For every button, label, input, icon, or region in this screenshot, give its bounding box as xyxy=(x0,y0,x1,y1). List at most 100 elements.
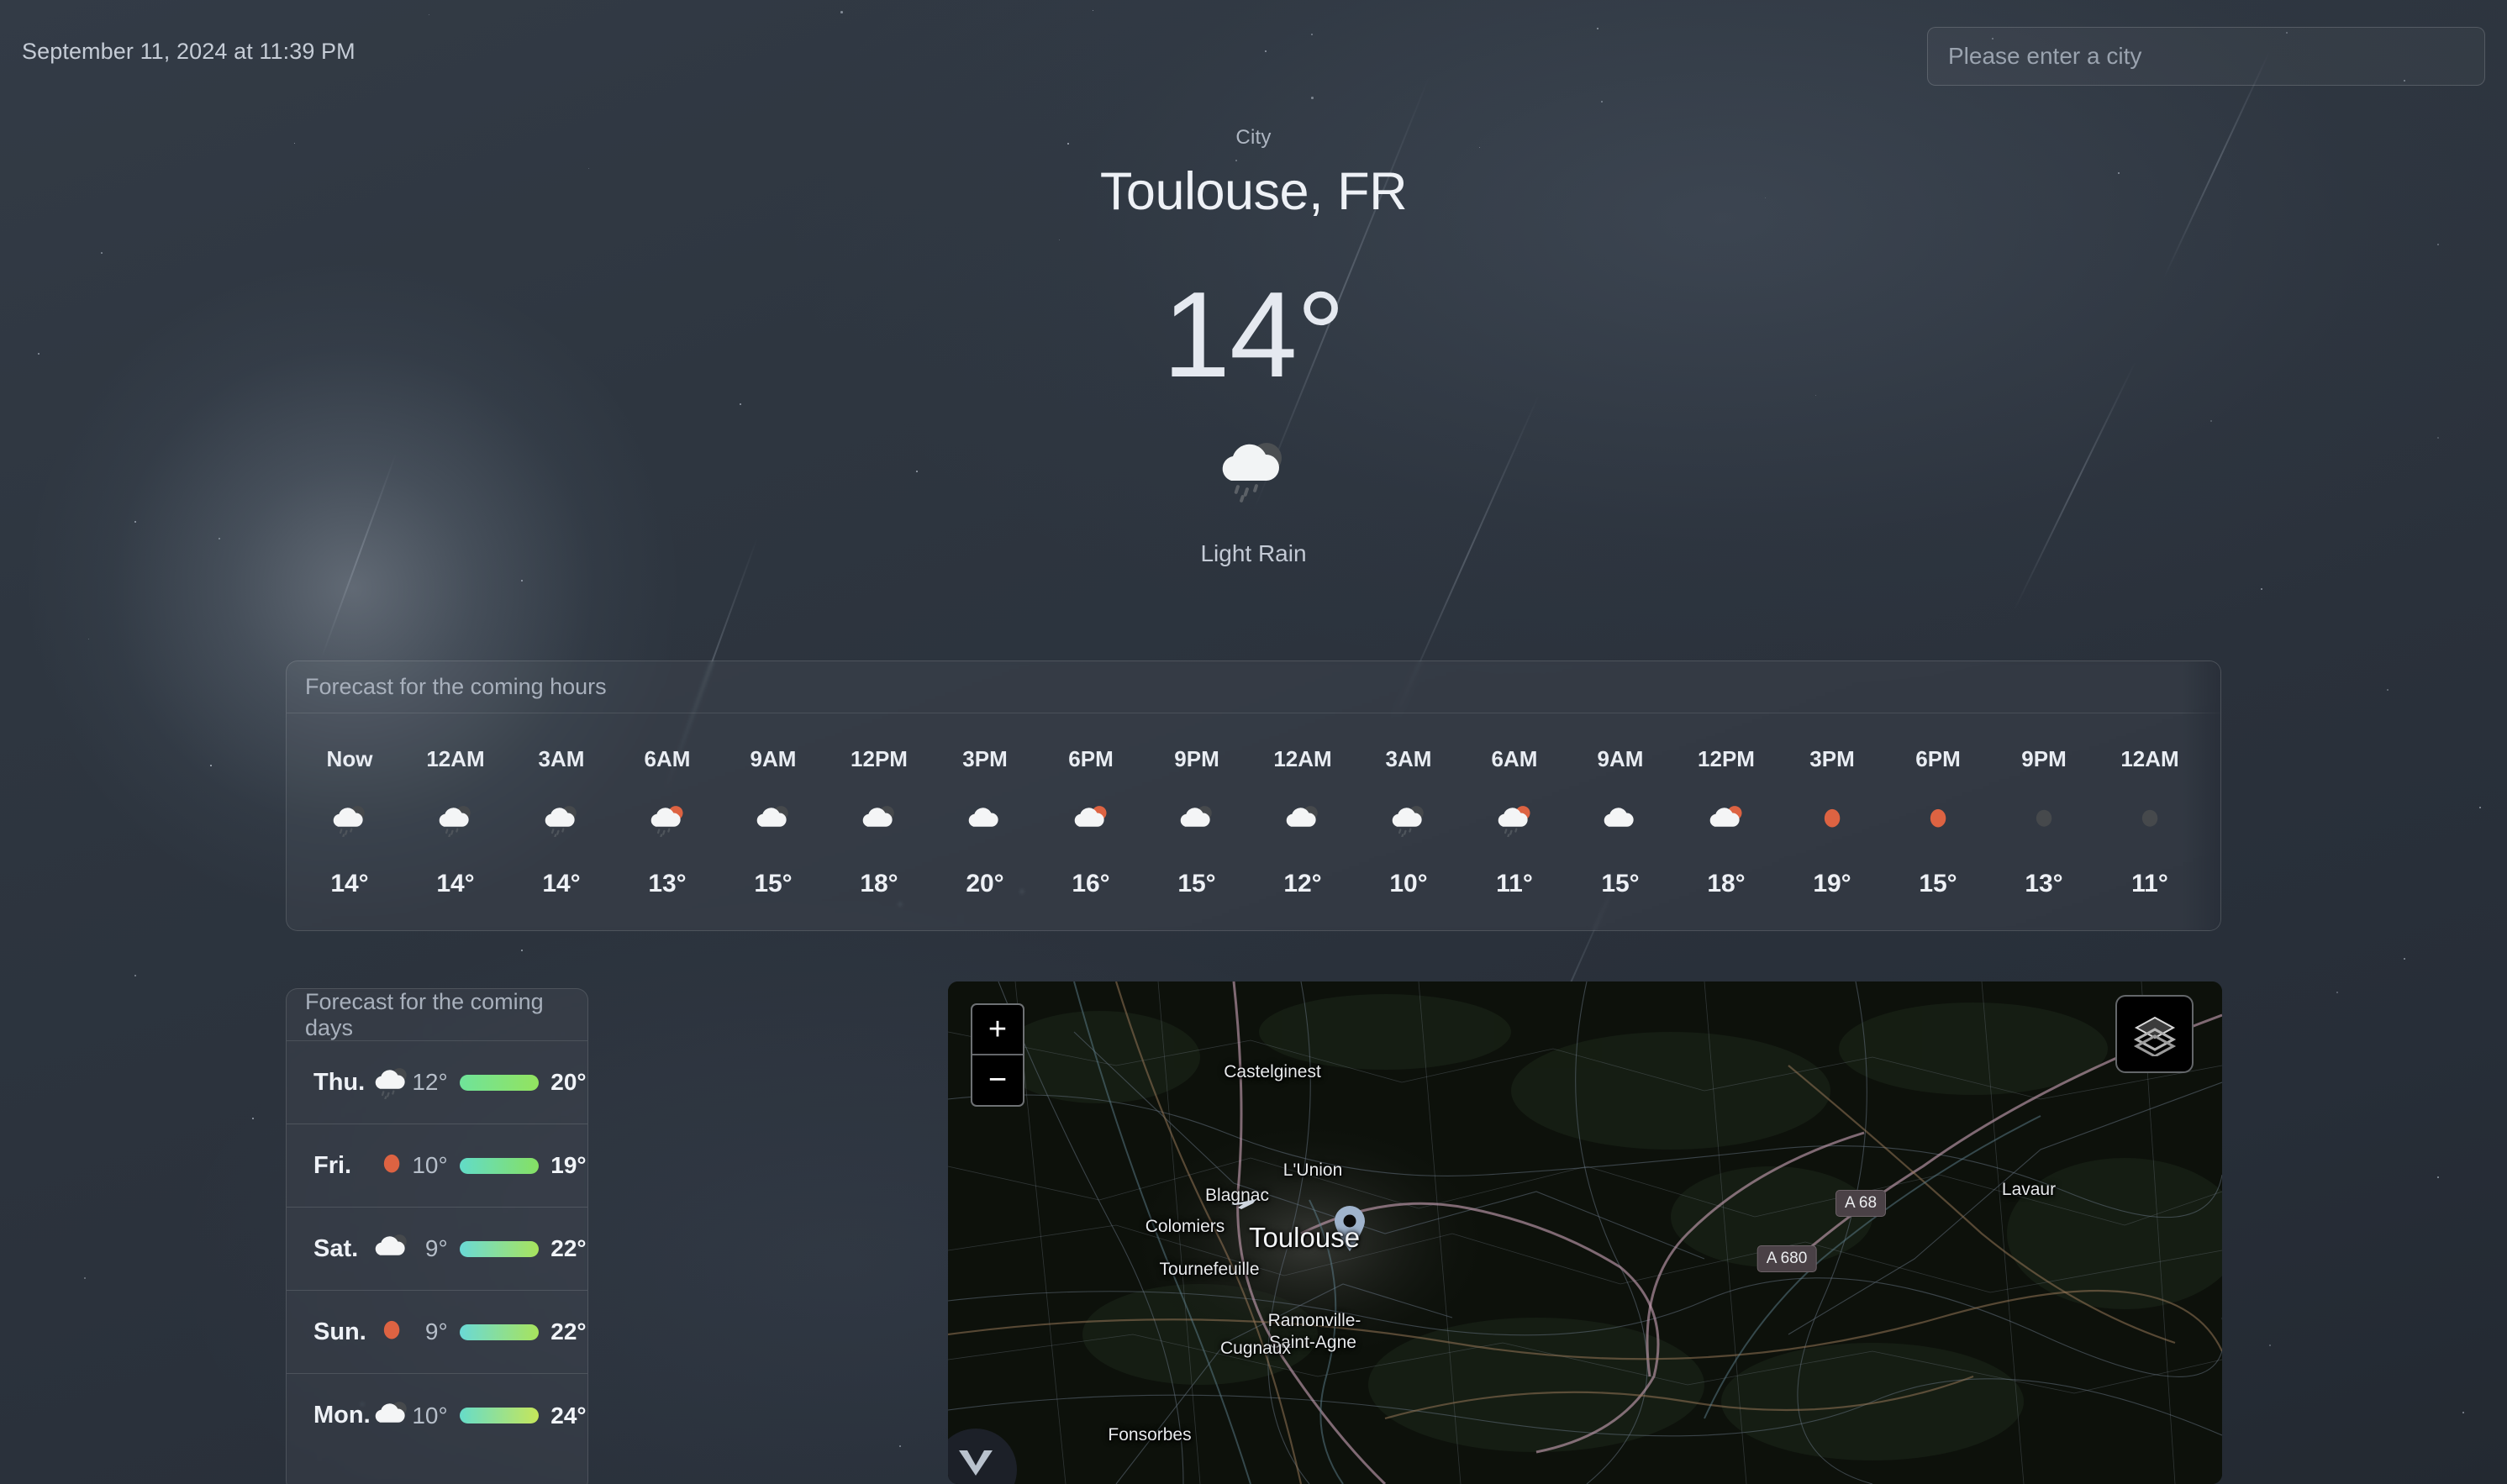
moon-icon xyxy=(2130,803,2169,837)
map-tiles xyxy=(948,981,2222,1484)
daily-temp-range-bar xyxy=(460,1408,540,1423)
hourly-time: 6PM xyxy=(1068,746,1113,772)
daily-forecast-row[interactable]: Fri. 10° 19° xyxy=(287,1124,587,1208)
hourly-temperature: 11° xyxy=(1496,870,1533,898)
map-zoom-out-button[interactable]: − xyxy=(972,1055,1023,1106)
hourly-time: Now xyxy=(327,746,373,772)
hourly-time: 9PM xyxy=(1174,746,1219,772)
hourly-temperature: 15° xyxy=(1919,870,1957,898)
cloud-night-icon xyxy=(372,1232,411,1266)
sun-icon xyxy=(1919,803,1957,837)
hourly-forecast-item[interactable]: 3AM10° xyxy=(2203,746,2221,898)
map-zoom-in-button[interactable]: + xyxy=(972,1005,1023,1055)
hourly-forecast-title: Forecast for the coming hours xyxy=(287,661,2220,713)
hourly-temperature: 14° xyxy=(542,870,580,898)
hourly-temperature: 19° xyxy=(1813,870,1851,898)
daily-min-temp: 10° xyxy=(411,1402,448,1429)
hourly-time: 9AM xyxy=(751,746,797,772)
hourly-forecast-item[interactable]: 9AM 15° xyxy=(720,746,826,898)
map-zoom-controls[interactable]: + − xyxy=(971,1003,1024,1107)
cloud-night-icon xyxy=(860,801,898,839)
cloud-night-icon xyxy=(372,1399,411,1433)
layers-icon xyxy=(2133,1013,2177,1056)
hourly-time: 6PM xyxy=(1915,746,1960,772)
cloud-night-icon xyxy=(1177,801,1216,839)
cloud-night-icon xyxy=(754,803,793,837)
hourly-forecast-item[interactable]: 6PM 15° xyxy=(1885,746,1991,898)
sun-icon xyxy=(1919,801,1957,839)
airport-icon xyxy=(1230,1192,1258,1213)
cloud-sun-icon xyxy=(1072,801,1110,839)
sun-icon xyxy=(372,1315,411,1349)
daily-forecast-row[interactable]: Mon. 10° 24° xyxy=(287,1374,587,1457)
hourly-forecast-item[interactable]: 6AM 11° xyxy=(1462,746,1567,898)
current-condition: Light Rain xyxy=(0,540,2507,567)
cloud-rain-sun-icon xyxy=(1495,801,1534,839)
sun-icon xyxy=(372,1315,411,1349)
daily-min-temp: 10° xyxy=(411,1152,448,1179)
cloud-sun-icon xyxy=(1072,803,1110,837)
hourly-forecast-item[interactable]: 9PM 15° xyxy=(1144,746,1250,898)
cloud-rain-night-icon xyxy=(0,436,2507,508)
daily-forecast-row[interactable]: Thu. 12° 20° xyxy=(287,1041,587,1124)
hourly-forecast-item[interactable]: 9PM 13° xyxy=(1991,746,2097,898)
hourly-forecast-item[interactable]: 3AM 14° xyxy=(508,746,614,898)
cloud-night-icon xyxy=(372,1399,411,1433)
current-datetime: September 11, 2024 at 11:39 PM xyxy=(22,39,356,65)
cloud-icon xyxy=(966,803,1004,837)
daily-min-temp: 12° xyxy=(411,1069,448,1096)
map-highway-shield: A 68 xyxy=(1835,1190,1886,1217)
hourly-forecast-item[interactable]: 12PM 18° xyxy=(826,746,932,898)
weather-map[interactable]: + − Castelginest Lavaur L'Union Blagnac Colo… xyxy=(948,981,2222,1484)
cloud-rain-sun-icon xyxy=(648,803,687,837)
hourly-forecast-item[interactable]: 12AM 11° xyxy=(2097,746,2203,898)
city-search-box[interactable] xyxy=(1927,27,2485,86)
current-temperature: 14° xyxy=(0,274,2507,396)
hourly-time: 3AM xyxy=(1386,746,1432,772)
cloud-icon xyxy=(1601,801,1640,839)
hourly-forecast-item[interactable]: 6AM 13° xyxy=(614,746,720,898)
hourly-time: 12AM xyxy=(426,746,484,772)
map-highway-shield: A 680 xyxy=(1757,1245,1817,1272)
daily-forecast-row[interactable]: Sat. 9° 22° xyxy=(287,1208,587,1291)
hourly-forecast-item[interactable]: 12AM 14° xyxy=(403,746,508,898)
hourly-forecast-item[interactable]: 6PM 16° xyxy=(1038,746,1144,898)
hourly-time: 12PM xyxy=(851,746,908,772)
search-input[interactable] xyxy=(1928,28,2484,85)
hourly-forecast-strip[interactable]: Now 14° 12AM 14° 3AM 14° 6AM 13° 9AM 15° 12PM 18° 3P… xyxy=(287,713,2220,931)
cloud-sun-icon xyxy=(1707,801,1746,839)
hourly-forecast-item[interactable]: 12AM 12° xyxy=(1250,746,1356,898)
cloud-night-icon xyxy=(754,801,793,839)
daily-day-name: Fri. xyxy=(313,1152,372,1180)
hourly-temperature: 13° xyxy=(2025,870,2062,898)
map-layers-button[interactable] xyxy=(2115,995,2194,1073)
hourly-forecast-item[interactable]: 12PM 18° xyxy=(1673,746,1779,898)
daily-forecast-title: Forecast for the coming days xyxy=(287,989,587,1041)
page-title: Toulouse, FR xyxy=(0,161,2507,222)
daily-temp-range-bar xyxy=(460,1075,540,1091)
hourly-forecast-item[interactable]: 9AM 15° xyxy=(1567,746,1673,898)
current-weather-hero: City Toulouse, FR 14° Light Rain xyxy=(0,126,2507,567)
daily-max-temp: 22° xyxy=(550,1318,587,1345)
hourly-temperature: 20° xyxy=(966,870,1003,898)
hourly-temperature: 12° xyxy=(1283,870,1321,898)
hourly-temperature: 13° xyxy=(648,870,686,898)
map-place-label: Lavaur xyxy=(2002,1180,2056,1200)
daily-day-name: Sun. xyxy=(313,1318,372,1346)
map-place-label: Colomiers xyxy=(1146,1217,1225,1237)
hourly-temperature: 10° xyxy=(1389,870,1427,898)
hourly-forecast-item[interactable]: 3AM 10° xyxy=(1356,746,1462,898)
hourly-time: 6AM xyxy=(1492,746,1538,772)
hourly-forecast-item[interactable]: 3PM 20° xyxy=(932,746,1038,898)
hourly-time: 12AM xyxy=(2120,746,2178,772)
hourly-time: 12AM xyxy=(1273,746,1331,772)
hourly-forecast-item[interactable]: Now 14° xyxy=(297,746,403,898)
daily-max-temp: 22° xyxy=(550,1235,587,1262)
daily-forecast-row[interactable]: Sun. 9° 22° xyxy=(287,1291,587,1374)
weather-app: September 11, 2024 at 11:39 PM City Toul… xyxy=(0,0,2507,1484)
hourly-temperature: 16° xyxy=(1072,870,1109,898)
cloud-night-icon xyxy=(1177,803,1216,837)
map-place-label: Ramonville- xyxy=(1268,1311,1361,1331)
hourly-forecast-item[interactable]: 3PM 19° xyxy=(1779,746,1885,898)
hourly-temperature: 14° xyxy=(436,870,474,898)
